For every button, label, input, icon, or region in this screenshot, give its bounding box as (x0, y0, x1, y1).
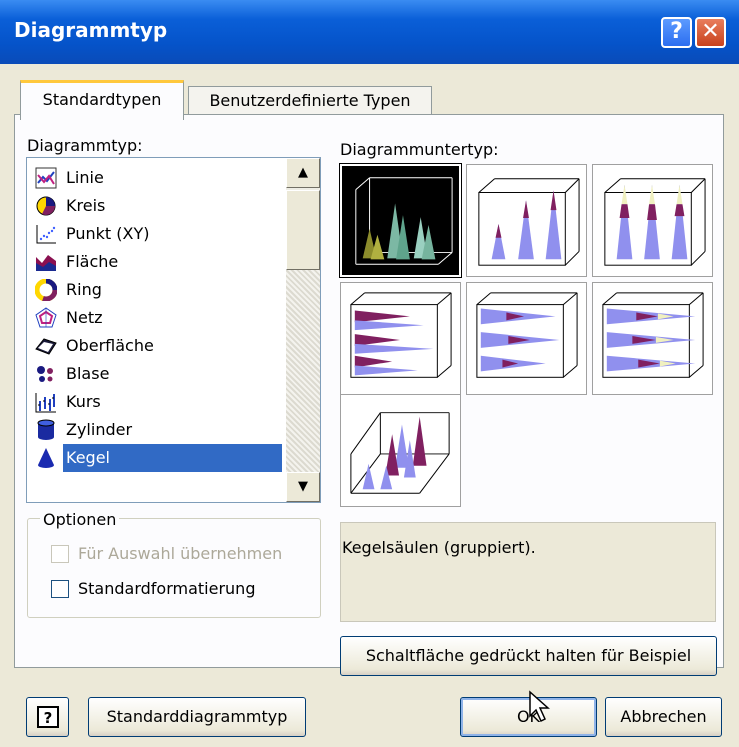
question-mark-icon: ? (670, 19, 683, 44)
arrow-down-icon: ▼ (298, 479, 308, 494)
apply-to-selection-checkbox[interactable] (51, 545, 69, 563)
subtype-option-3[interactable] (592, 164, 713, 277)
cone-column-100-stacked-icon (604, 178, 706, 266)
bubble-chart-icon (37, 366, 53, 382)
list-item-label: Kreis (66, 196, 106, 215)
subtype-option-7[interactable] (340, 394, 461, 507)
help-button[interactable]: ? (661, 17, 692, 48)
chart-type-label: Diagrammtyp: (27, 136, 143, 155)
list-item-punkt-xy[interactable]: Punkt (XY) (35, 220, 297, 248)
list-item-label: Zylinder (66, 420, 133, 439)
window-title: Diagrammtyp (14, 18, 168, 42)
list-item-label: Linie (66, 168, 104, 187)
cancel-button[interactable]: Abbrechen (605, 697, 722, 737)
subtype-option-6[interactable] (592, 282, 713, 395)
tab-standard-types[interactable]: Standardtypen (20, 80, 184, 120)
tab-label: Benutzerdefinierte Typen (209, 91, 411, 110)
svg-text:?: ? (43, 709, 52, 727)
line-chart-icon (35, 167, 57, 189)
cone-3d-column-icon (350, 412, 450, 494)
cone-bar-stacked-icon (476, 292, 578, 378)
subtype-label: Diagrammuntertyp: (340, 140, 499, 159)
set-default-chart-button[interactable]: Standarddiagrammtyp (88, 697, 306, 737)
options-legend: Optionen (40, 510, 120, 529)
list-item-label: Ring (66, 280, 102, 299)
office-assistant-help-button[interactable]: ? (26, 697, 69, 737)
tab-label: Standardtypen (42, 90, 162, 109)
options-group (27, 518, 321, 618)
close-icon: ✕ (701, 19, 720, 44)
list-item-label: Netz (66, 308, 103, 327)
list-item-ring[interactable]: Ring (35, 276, 297, 304)
default-formatting-checkbox[interactable] (51, 580, 69, 598)
close-button[interactable]: ✕ (695, 17, 726, 48)
cylinder-chart-icon (37, 419, 55, 440)
surface-chart-icon (35, 338, 57, 355)
list-item-flaeche[interactable]: Fläche (35, 248, 297, 276)
list-item-label: Kegel (63, 444, 282, 472)
area-chart-icon (36, 255, 56, 271)
pie-chart-icon (36, 196, 56, 216)
list-item-label: Fläche (66, 252, 119, 271)
subtype-option-5[interactable] (466, 282, 587, 395)
default-formatting-label: Standardformatierung (78, 579, 256, 598)
cone-column-clustered-icon (355, 177, 453, 265)
scatter-chart-icon (36, 225, 56, 244)
list-item-label: Blase (66, 364, 110, 383)
apply-to-selection-label: Für Auswahl übernehmen (78, 544, 283, 563)
list-item-oberflaeche[interactable]: Oberfläche (35, 332, 297, 360)
list-item-label: Punkt (XY) (66, 224, 150, 243)
chart-type-list[interactable]: Linie Kreis Punkt (XY) Fläche Ring Netz … (26, 157, 321, 503)
cone-chart-icon (38, 448, 54, 468)
list-item-kurs[interactable]: Kurs (35, 388, 297, 416)
subtype-option-4[interactable] (340, 282, 461, 395)
stock-chart-icon (35, 393, 56, 413)
description-text: Kegelsäulen (gruppiert). (342, 538, 536, 557)
subtype-option-1[interactable] (339, 163, 462, 278)
cone-bar-clustered-icon (350, 292, 452, 378)
scroll-track[interactable] (286, 270, 320, 472)
cone-column-stacked-icon (478, 178, 580, 266)
list-item-label: Kurs (66, 392, 101, 411)
list-item-netz[interactable]: Netz (35, 304, 297, 332)
list-item-kegel[interactable]: Kegel (35, 444, 297, 472)
list-item-blase[interactable]: Blase (35, 360, 297, 388)
mouse-cursor-icon (529, 690, 550, 723)
cone-bar-100-stacked-icon (602, 292, 704, 378)
subtype-option-2[interactable] (466, 164, 587, 277)
list-item-kreis[interactable]: Kreis (35, 192, 297, 220)
help-question-icon: ? (36, 706, 59, 728)
scroll-up-button[interactable]: ▲ (286, 158, 320, 188)
arrow-up-icon: ▲ (298, 165, 308, 180)
list-scrollbar[interactable]: ▲ ▼ (286, 158, 320, 502)
list-item-label: Oberfläche (66, 336, 154, 355)
description-box (340, 522, 716, 622)
hold-for-preview-button[interactable]: Schaltfläche gedrückt halten für Beispie… (340, 636, 717, 676)
list-item-linie[interactable]: Linie (35, 164, 297, 192)
title-bar: Diagrammtyp ? ✕ (0, 0, 739, 64)
scroll-down-button[interactable]: ▼ (286, 472, 320, 502)
doughnut-chart-icon (35, 279, 57, 301)
radar-chart-icon (35, 307, 57, 328)
scroll-thumb[interactable] (286, 190, 320, 270)
list-item-zylinder[interactable]: Zylinder (35, 416, 297, 444)
tab-custom-types[interactable]: Benutzerdefinierte Typen (188, 86, 432, 116)
